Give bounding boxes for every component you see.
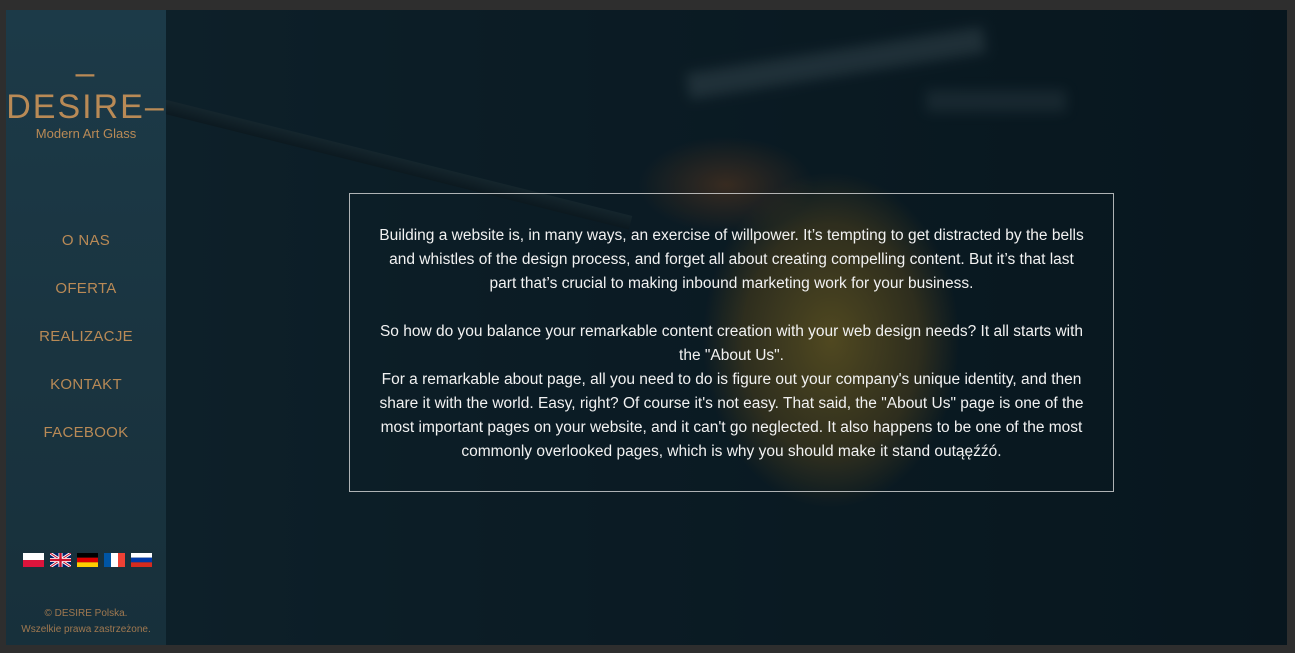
- logo-subtitle: Modern Art Glass: [35, 126, 137, 141]
- language-switcher: [23, 553, 152, 567]
- flag-de-icon[interactable]: [77, 553, 98, 567]
- nav-item-o-nas[interactable]: O NAS: [6, 227, 166, 275]
- flag-fr-icon[interactable]: [104, 553, 125, 567]
- about-text-box: Building a website is, in many ways, an …: [349, 193, 1114, 492]
- logo-title: –DESIRE–: [6, 54, 166, 126]
- flag-ru-icon[interactable]: [131, 553, 152, 567]
- page-frame: –DESIRE– Modern Art Glass O NAS OFERTA R…: [6, 10, 1287, 645]
- nav-item-oferta[interactable]: OFERTA: [6, 275, 166, 323]
- logo[interactable]: –DESIRE– Modern Art Glass: [6, 56, 166, 142]
- rights-line: Wszelkie prawa zastrzeżone.: [21, 624, 151, 635]
- sidebar: –DESIRE– Modern Art Glass O NAS OFERTA R…: [6, 10, 166, 645]
- main-nav: O NAS OFERTA REALIZACJE KONTAKT FACEBOOK: [6, 227, 166, 467]
- nav-item-realizacje[interactable]: REALIZACJE: [6, 323, 166, 371]
- copyright-line: © DESIRE Polska.: [44, 608, 128, 619]
- nav-item-kontakt[interactable]: KONTAKT: [6, 371, 166, 419]
- footer-copyright: © DESIRE Polska. Wszelkie prawa zastrzeż…: [6, 606, 166, 638]
- flag-pl-icon[interactable]: [23, 553, 44, 567]
- about-paragraph: Building a website is, in many ways, an …: [379, 227, 1084, 292]
- nav-item-facebook[interactable]: FACEBOOK: [6, 419, 166, 467]
- flag-uk-icon[interactable]: [50, 553, 71, 567]
- about-paragraph: For a remarkable about page, all you nee…: [379, 371, 1084, 460]
- about-paragraph: So how do you balance your remarkable co…: [379, 323, 1084, 364]
